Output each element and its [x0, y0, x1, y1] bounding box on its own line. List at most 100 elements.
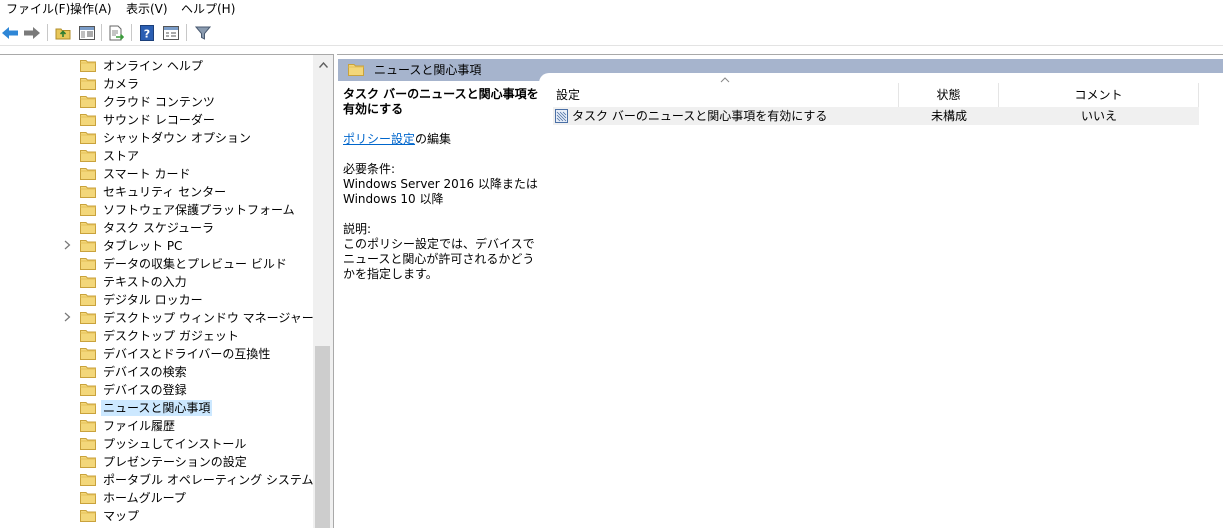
tree-item[interactable]: サウンド レコーダー — [0, 111, 312, 129]
tree-item-label: ファイル履歴 — [103, 419, 176, 433]
tree-item[interactable]: デバイスの検索 — [0, 363, 312, 381]
column-header-comment[interactable]: コメント — [999, 83, 1199, 107]
folder-icon — [80, 311, 96, 324]
pane-header-title: ニュースと関心事項 — [374, 63, 482, 77]
explanation-block: 説明: このポリシー設定では、デバイスでニュースと関心が許可されるかどうかを指定… — [343, 222, 543, 282]
folder-icon — [80, 221, 96, 234]
tree-item[interactable]: プレゼンテーションの設定 — [0, 453, 312, 471]
tree-item-label: マップ — [103, 509, 140, 523]
policy-tree[interactable]: オンライン ヘルプ カメラクラウド コンテンツサウンド レコーダーシャットダウン … — [0, 54, 334, 528]
tree-item[interactable]: セキュリティ センター — [0, 183, 312, 201]
requirements-line2: Windows 10 以降 — [343, 192, 444, 206]
up-folder-icon[interactable] — [53, 23, 73, 43]
scroll-up-icon[interactable] — [313, 55, 333, 75]
chevron-right-icon[interactable] — [64, 239, 74, 253]
column-header-state[interactable]: 状態 — [899, 83, 999, 107]
tree-item-label: オンライン ヘルプ — [103, 59, 203, 73]
properties-icon[interactable] — [161, 23, 181, 43]
tree-item[interactable]: デスクトップ ウィンドウ マネージャー — [0, 309, 314, 327]
menu-bar: ファイル(F) 操作(A) 表示(V) ヘルプ(H) — [0, 0, 1223, 18]
tree-item-label: デバイスとドライバーの互換性 — [103, 347, 271, 361]
tree-item-label: ストア — [103, 149, 140, 163]
tree-item-label: シャットダウン オプション — [103, 131, 251, 145]
back-arrow-icon[interactable] — [0, 23, 20, 43]
filter-icon[interactable] — [193, 23, 213, 43]
tree-item[interactable]: ホームグループ — [0, 489, 312, 507]
column-header-setting[interactable]: 設定 — [553, 83, 899, 107]
tree-item[interactable]: オンライン ヘルプ — [0, 57, 312, 75]
menu-help[interactable]: ヘルプ(H) — [181, 1, 235, 17]
scrollbar-thumb[interactable] — [315, 346, 330, 528]
tree-item[interactable]: デバイスの登録 — [0, 381, 312, 399]
row-setting-name: タスク バーのニュースと関心事項を有効にする — [572, 109, 828, 123]
folder-icon — [80, 113, 96, 126]
requirements-line1: Windows Server 2016 以降または — [343, 177, 538, 191]
folder-icon — [80, 167, 96, 180]
folder-icon — [80, 383, 96, 396]
edit-policy-link[interactable]: ポリシー設定 — [343, 132, 415, 146]
tree-item[interactable]: スマート カード — [0, 165, 312, 183]
tree-item[interactable]: カメラ — [0, 75, 312, 93]
tree-item-label: テキストの入力 — [103, 275, 187, 289]
menu-file[interactable]: ファイル(F) — [6, 1, 70, 17]
tree-item[interactable]: タブレット PC — [0, 237, 312, 255]
tree-item[interactable]: シャットダウン オプション — [0, 129, 312, 147]
folder-icon — [80, 77, 96, 90]
tree-item-label: スマート カード — [103, 167, 191, 181]
tree-item[interactable]: デジタル ロッカー — [0, 291, 312, 309]
tree-item-label: プッシュしてインストール — [103, 437, 247, 451]
folder-icon — [80, 365, 96, 378]
tree-scrollbar[interactable] — [313, 55, 333, 528]
help-icon[interactable]: ? — [137, 23, 157, 43]
tree-item-label: ソフトウェア保護プラットフォーム — [103, 203, 295, 217]
tree-item[interactable]: テキストの入力 — [0, 273, 312, 291]
toolbar: ? — [0, 19, 1223, 46]
toolbar-separator — [101, 24, 102, 41]
settings-list: 設定 状態 コメント タスク バーのニュースと関心事項を有効にする 未構成 いい… — [539, 73, 1223, 529]
tree-item[interactable]: クラウド コンテンツ — [0, 93, 312, 111]
tree-item[interactable]: ポータブル オペレーティング システム — [0, 471, 314, 489]
tree-item-label: タブレット PC — [103, 239, 183, 253]
folder-icon — [80, 437, 96, 450]
tree-item[interactable]: マップ — [0, 507, 312, 525]
tree-item[interactable]: デスクトップ ガジェット — [0, 327, 312, 345]
tree-item[interactable]: ストア — [0, 147, 312, 165]
tree-item-label: プレゼンテーションの設定 — [103, 455, 247, 469]
tree-item-label: ホームグループ — [103, 491, 186, 505]
folder-icon — [80, 275, 96, 288]
tree-item[interactable]: タスク スケジューラ — [0, 219, 312, 237]
toolbar-separator — [47, 24, 48, 41]
row-state: 未構成 — [930, 109, 967, 123]
folder-icon — [80, 401, 96, 414]
folder-icon — [80, 419, 96, 432]
export-list-icon[interactable] — [106, 23, 126, 43]
tree-item[interactable]: ファイル履歴 — [0, 417, 312, 435]
edit-policy-line: ポリシー設定の編集 — [343, 132, 543, 147]
requirements-block: 必要条件: Windows Server 2016 以降または Windows … — [343, 162, 543, 207]
table-row[interactable]: タスク バーのニュースと関心事項を有効にする 未構成 いいえ — [553, 107, 1199, 125]
edit-policy-suffix: の編集 — [415, 132, 452, 146]
tree-item[interactable]: データの収集とプレビュー ビルド — [0, 255, 312, 273]
chevron-right-icon[interactable] — [64, 311, 74, 325]
tree-item-label: デバイスの登録 — [103, 383, 187, 397]
tree-item-label: デジタル ロッカー — [103, 293, 203, 307]
tree-item[interactable]: デバイスとドライバーの互換性 — [0, 345, 312, 363]
tree-item[interactable]: ニュースと関心事項 — [0, 399, 312, 417]
tree-item-label: クラウド コンテンツ — [103, 95, 215, 109]
tree-item-label: カメラ — [103, 77, 140, 91]
tree-item[interactable]: ソフトウェア保護プラットフォーム — [0, 201, 312, 219]
folder-icon — [80, 185, 96, 198]
folder-icon — [80, 455, 96, 468]
folder-icon — [80, 131, 96, 144]
menu-action[interactable]: 操作(A) — [70, 1, 112, 17]
forward-arrow-icon[interactable] — [22, 23, 42, 43]
tree-item[interactable]: プッシュしてインストール — [0, 435, 312, 453]
folder-icon — [348, 64, 364, 76]
tree-item-label: ポータブル オペレーティング システム — [103, 473, 314, 487]
folder-icon — [80, 95, 96, 108]
show-hide-tree-icon[interactable] — [77, 23, 97, 43]
folder-icon — [80, 509, 96, 522]
folder-icon — [80, 203, 96, 216]
menu-view[interactable]: 表示(V) — [126, 1, 168, 17]
toolbar-separator — [186, 24, 187, 41]
